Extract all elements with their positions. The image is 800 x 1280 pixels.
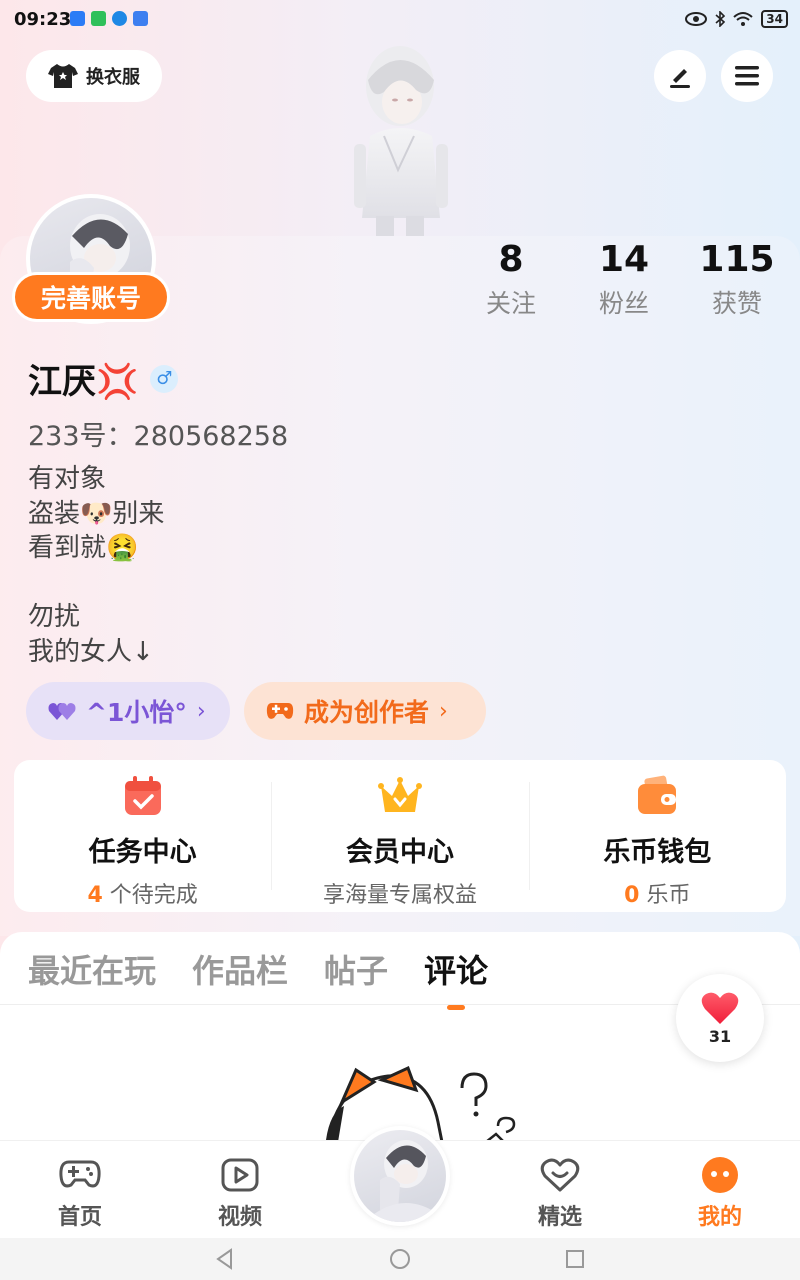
coin-wallet[interactable]: 乐币钱包 0 乐币 bbox=[528, 760, 786, 912]
partner-name: ^1小怡° bbox=[86, 698, 187, 727]
avatar-figure[interactable] bbox=[340, 40, 460, 236]
heart-icon bbox=[540, 1158, 580, 1192]
status-notifications bbox=[70, 11, 148, 26]
tab-bar: 最近在玩 作品栏 帖子 评论 bbox=[28, 946, 488, 1010]
status-bar: 09:23 34 bbox=[0, 0, 800, 40]
tab-recently-played[interactable]: 最近在玩 bbox=[28, 946, 156, 992]
center-avatar-button[interactable] bbox=[350, 1126, 450, 1226]
change-outfit-button[interactable]: 换衣服 bbox=[26, 50, 162, 102]
wifi-icon bbox=[733, 12, 753, 26]
tshirt-icon bbox=[48, 64, 78, 88]
system-nav-bar bbox=[0, 1238, 800, 1280]
gamepad-icon bbox=[266, 703, 294, 719]
nav-mine[interactable]: 我的 bbox=[670, 1155, 770, 1231]
status-time: 09:23 bbox=[14, 9, 72, 30]
stat-fans[interactable]: 14 粉丝 bbox=[569, 238, 679, 320]
bluetooth-icon bbox=[715, 11, 726, 27]
stat-following-count: 8 bbox=[498, 239, 524, 280]
like-count: 31 bbox=[708, 1026, 732, 1046]
user-name: 江厌💢 bbox=[28, 362, 139, 402]
bio-line: 盗装🐶别来 bbox=[28, 498, 165, 529]
service-card: 任务中心 4 个待完成 会员中心 享海量专属权益 乐币钱包 0 乐币 bbox=[14, 760, 786, 912]
user-id[interactable]: 233号：280568258 bbox=[28, 414, 288, 453]
tab-comments[interactable]: 评论 bbox=[424, 946, 488, 1010]
bio-line: 有对象 bbox=[28, 464, 107, 494]
nav-mine-label: 我的 bbox=[697, 1205, 742, 1230]
stat-fans-label: 粉丝 bbox=[598, 289, 649, 318]
name-row: 江厌💢 ♂ bbox=[28, 354, 179, 403]
task-center[interactable]: 任务中心 4 个待完成 bbox=[14, 760, 271, 912]
tab-posts[interactable]: 帖子 bbox=[324, 946, 388, 992]
coin-wallet-title: 乐币钱包 bbox=[603, 837, 712, 868]
menu-icon bbox=[735, 66, 759, 86]
chevron-right-icon: › bbox=[439, 698, 448, 724]
male-gender-icon: ♂ bbox=[150, 364, 179, 393]
bio-line: 看到就🤮 bbox=[28, 533, 139, 563]
nav-home[interactable]: 首页 bbox=[30, 1155, 130, 1231]
battery-indicator: 34 bbox=[761, 10, 788, 28]
vip-center-sub: 享海量专属权益 bbox=[322, 883, 477, 908]
nav-home-label: 首页 bbox=[57, 1205, 102, 1230]
edit-button[interactable] bbox=[654, 50, 706, 102]
change-outfit-label: 换衣服 bbox=[86, 67, 140, 88]
bio-line: 我的女人↓ bbox=[28, 636, 154, 667]
coin-wallet-sub: 0 乐币 bbox=[624, 883, 691, 908]
gamepad-icon bbox=[59, 1160, 101, 1188]
menu-button[interactable] bbox=[721, 50, 773, 102]
become-creator-chip[interactable]: 成为创作者 › bbox=[244, 682, 486, 740]
stat-following[interactable]: 8 关注 bbox=[456, 238, 566, 320]
wallet-icon bbox=[638, 775, 677, 814]
stat-likes-count: 115 bbox=[699, 239, 775, 280]
like-button[interactable]: 31 bbox=[676, 974, 764, 1062]
wechat-icon bbox=[91, 11, 106, 26]
edit-icon bbox=[670, 69, 690, 88]
tab-works[interactable]: 作品栏 bbox=[192, 946, 288, 992]
double-heart-icon bbox=[48, 703, 76, 720]
crown-icon bbox=[377, 777, 422, 812]
nav-video-label: 视频 bbox=[217, 1205, 262, 1230]
vip-center-title: 会员中心 bbox=[345, 837, 454, 868]
nav-video[interactable]: 视频 bbox=[190, 1155, 290, 1231]
chevron-right-icon: › bbox=[196, 698, 206, 724]
home-icon[interactable] bbox=[389, 1248, 411, 1270]
calendar-check-icon bbox=[124, 776, 161, 815]
stat-likes-label: 获赞 bbox=[711, 289, 762, 318]
center-avatar-image bbox=[374, 1140, 438, 1222]
eye-icon bbox=[685, 12, 708, 26]
browser-icon bbox=[112, 11, 127, 26]
stat-following-label: 关注 bbox=[485, 289, 536, 318]
video-icon bbox=[221, 1158, 259, 1192]
notification-app-icon-2 bbox=[133, 11, 148, 26]
recent-apps-icon[interactable] bbox=[564, 1248, 586, 1270]
user-bio: 有对象 盗装🐶别来 看到就🤮 勿扰 我的女人↓ bbox=[28, 462, 164, 669]
nav-featured-label: 精选 bbox=[537, 1205, 582, 1230]
heart-icon bbox=[701, 992, 739, 1024]
task-center-title: 任务中心 bbox=[88, 837, 197, 868]
vip-center[interactable]: 会员中心 享海量专属权益 bbox=[271, 760, 528, 912]
nav-featured[interactable]: 精选 bbox=[510, 1155, 610, 1231]
partner-chip[interactable]: ^1小怡° › bbox=[26, 682, 230, 740]
notification-app-icon bbox=[70, 11, 85, 26]
become-creator-label: 成为创作者 bbox=[304, 698, 430, 727]
profile-icon bbox=[702, 1157, 738, 1193]
status-right: 34 bbox=[685, 10, 788, 28]
complete-account-button[interactable]: 完善账号 bbox=[12, 272, 170, 322]
task-center-sub: 4 个待完成 bbox=[87, 883, 198, 908]
back-icon[interactable] bbox=[214, 1248, 236, 1270]
bio-line bbox=[28, 566, 164, 601]
stat-likes[interactable]: 115 获赞 bbox=[682, 238, 792, 320]
bio-line: 勿扰 bbox=[28, 602, 81, 632]
empty-state-illustration bbox=[326, 1065, 516, 1142]
stat-fans-count: 14 bbox=[598, 239, 650, 280]
